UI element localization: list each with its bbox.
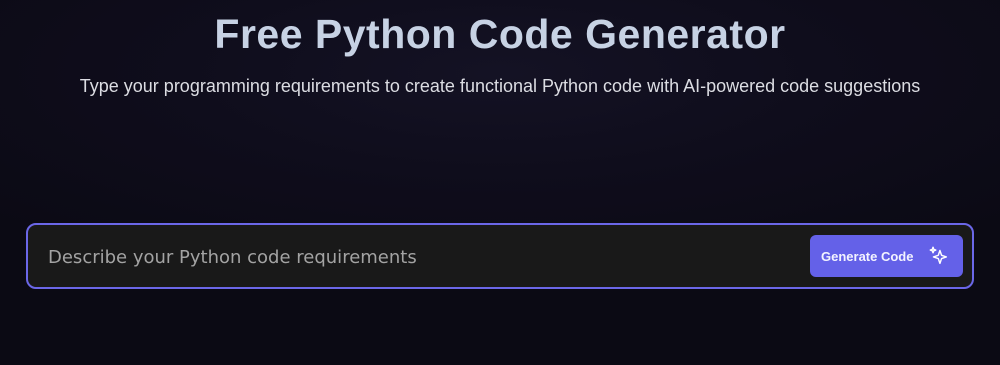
sparkle-icon — [929, 246, 948, 265]
prompt-container: Generate Code — [26, 223, 974, 289]
requirements-input[interactable] — [48, 239, 798, 275]
generate-code-label: Generate Code — [821, 248, 914, 264]
page-title: Free Python Code Generator — [214, 11, 786, 57]
page-subtitle: Type your programming requirements to cr… — [79, 76, 921, 96]
generate-code-button[interactable]: Generate Code — [810, 235, 963, 277]
